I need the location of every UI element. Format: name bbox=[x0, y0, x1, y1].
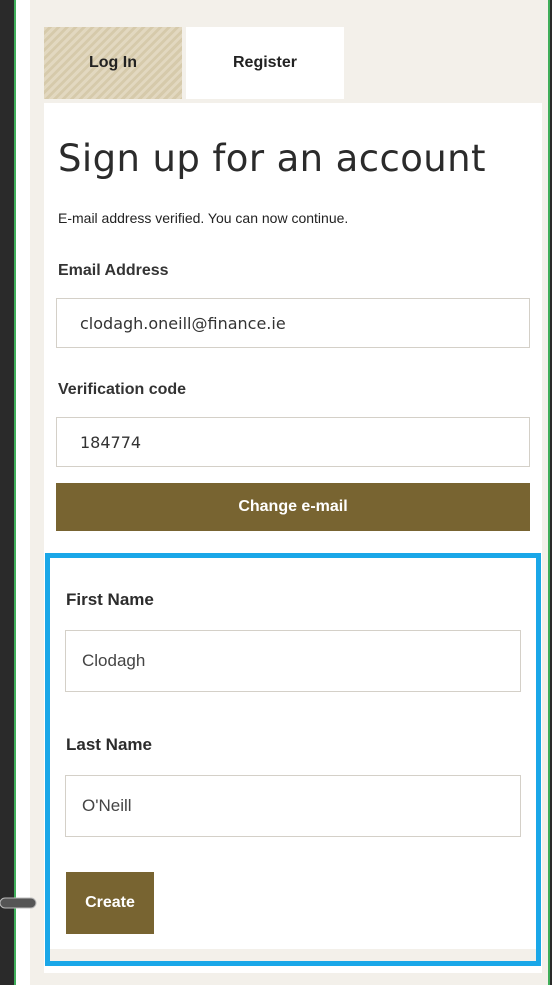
create-button[interactable]: Create bbox=[66, 872, 154, 934]
highlight-footer-strip bbox=[50, 949, 536, 961]
tab-register[interactable]: Register bbox=[186, 27, 344, 99]
page-title: Sign up for an account bbox=[58, 137, 486, 180]
first-name-field[interactable]: Clodagh bbox=[65, 630, 521, 692]
verification-code-label: Verification code bbox=[58, 381, 187, 398]
change-email-button[interactable]: Change e-mail bbox=[56, 483, 530, 531]
pointer-arrow-icon bbox=[0, 897, 37, 909]
last-name-field[interactable]: O'Neill bbox=[65, 775, 521, 837]
tab-login[interactable]: Log In bbox=[44, 27, 182, 99]
email-field[interactable]: clodagh.oneill@finance.ie bbox=[56, 298, 530, 348]
verification-code-field[interactable]: 184774 bbox=[56, 417, 530, 467]
first-name-label: First Name bbox=[66, 590, 154, 609]
verification-notice: E-mail address verified. You can now con… bbox=[58, 210, 349, 226]
last-name-label: Last Name bbox=[66, 735, 152, 754]
email-label: Email Address bbox=[58, 262, 169, 279]
